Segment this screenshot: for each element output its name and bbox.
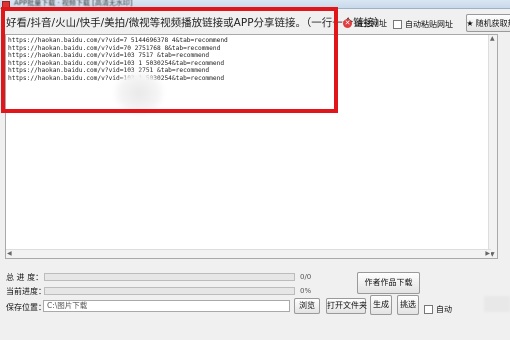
current-progress-value: 0% [300, 287, 312, 295]
scroll-right-icon[interactable]: ▶ [485, 250, 490, 257]
checkbox-box[interactable] [393, 20, 402, 29]
scroll-left-icon[interactable]: ◀ [7, 250, 12, 257]
star-icon: ★ [466, 18, 474, 28]
auto-label: 自动 [436, 305, 452, 314]
pick-button[interactable]: 挑选 [397, 295, 419, 315]
auto-paste-label: 自动粘贴网址 [405, 20, 453, 29]
blur-overlay [484, 296, 510, 312]
total-progress-bar [44, 273, 295, 281]
generate-button[interactable]: 生成 [370, 295, 392, 315]
url-line: https://haokan.baidu.com/v?vid=7 5144696… [8, 37, 228, 44]
window-title: APP批量下载 · 视频下载 [高清无水印] [14, 0, 133, 7]
author-works-download-button[interactable]: 作者作品下载 [357, 272, 420, 294]
save-path-input[interactable]: C:\图片下载 [43, 300, 290, 312]
clear-icon: ✕ [343, 19, 352, 28]
auto-checkbox[interactable]: 自动 [424, 304, 452, 315]
random-fetch-button[interactable]: ★ 随机获取热 [466, 14, 510, 32]
clear-urls-label: 清空网址 [355, 19, 387, 28]
save-location-label: 保存位置： [6, 303, 46, 312]
random-fetch-label: 随机获取热 [475, 18, 510, 28]
app-icon [2, 1, 10, 9]
blur-overlay [114, 71, 164, 115]
total-progress-value: 0/0 [300, 273, 312, 281]
horizontal-scrollbar[interactable]: ◀ ▶ [6, 249, 491, 258]
current-progress-label: 当前进度： [6, 287, 46, 296]
url-line: https://haokan.baidu.com/v?vid=103 1 503… [8, 59, 225, 67]
vertical-scrollbar[interactable]: ▲ ▼ [488, 35, 497, 258]
title-bar: APP批量下载 · 视频下载 [高清无水印] [0, 0, 510, 9]
url-line: https://haokan.baidu.com/v?vid=103 7517 … [8, 52, 210, 60]
scroll-up-icon[interactable]: ▲ [490, 35, 495, 42]
url-line: https://haokan.baidu.com/v?vid=70 275176… [8, 44, 221, 52]
auto-paste-checkbox[interactable]: 自动粘贴网址 [393, 19, 453, 30]
url-textarea[interactable]: https://haokan.baidu.com/v?vid=7 5144696… [5, 34, 498, 259]
total-progress-label: 总 进 度： [6, 273, 44, 282]
current-progress-bar [44, 287, 295, 295]
clear-urls-button[interactable]: ✕ 清空网址 [343, 18, 387, 29]
instruction-label: 好看/抖音/火山/快手/美拍/微视等视频播放链接或APP分享链接。（一行一个链接… [6, 17, 385, 29]
open-folder-button[interactable]: 打开文件夹 [326, 298, 367, 314]
checkbox-box[interactable] [424, 305, 433, 314]
browse-button[interactable]: 浏览 [294, 298, 320, 314]
